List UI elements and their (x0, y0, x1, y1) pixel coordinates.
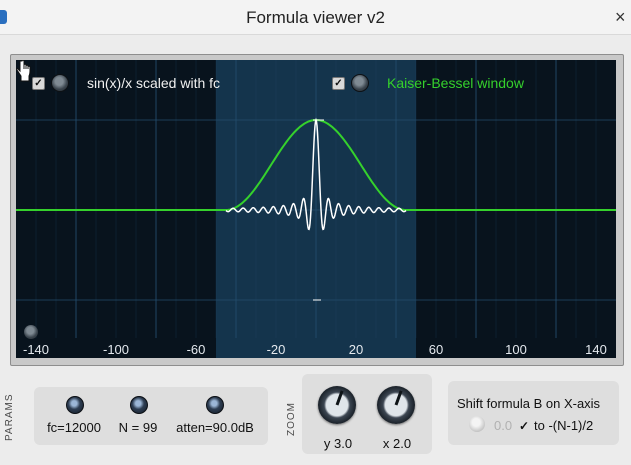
shift-knob[interactable] (469, 416, 485, 432)
shift-label: to -(N-1)/2 (534, 418, 594, 433)
formula-a-label: sin(x)/x scaled with fc (87, 75, 221, 91)
zoom-x-knob[interactable] (377, 386, 415, 424)
x-tick-label: -20 (266, 342, 286, 357)
x-tick-label: -60 (186, 342, 206, 357)
close-icon[interactable]: × (615, 6, 631, 28)
params-panel (34, 387, 268, 445)
x-tick-label: 20 (348, 342, 364, 357)
params-section-label: PARAMS (4, 393, 15, 441)
formula-b-checkbox[interactable]: ✓ (332, 76, 345, 90)
fc-knob[interactable] (66, 396, 84, 414)
n-value: N = 99 (118, 420, 158, 435)
n-knob[interactable] (130, 396, 148, 414)
zoom-section-label: ZOOM (286, 402, 297, 436)
shift-value: 0.0 (494, 418, 513, 433)
x-tick-label: 100 (505, 342, 527, 357)
title-bar: Formula viewer v2 × (0, 0, 631, 35)
x-tick-label: -140 (22, 342, 50, 357)
formula-a-knob[interactable] (51, 74, 69, 92)
formula-a-checkbox[interactable]: ✓ (32, 76, 45, 90)
shift-panel (448, 381, 619, 445)
shift-checkbox[interactable]: ✓ (519, 419, 529, 433)
shift-title: Shift formula B on X-axis (457, 396, 601, 411)
formula-b-legend: ✓ Kaiser-Bessel window (332, 74, 524, 92)
fc-value: fc=12000 (47, 420, 101, 435)
window-title: Formula viewer v2 (246, 8, 385, 27)
formula-b-label: Kaiser-Bessel window (387, 75, 524, 91)
formula-plot[interactable]: ✓ sin(x)/x scaled with fc ✓ Kaiser-Besse… (16, 60, 616, 358)
plot-canvas (16, 60, 616, 358)
zoom-y-knob[interactable] (318, 386, 356, 424)
hand-cursor-icon (16, 60, 31, 82)
atten-knob[interactable] (206, 396, 224, 414)
atten-value: atten=90.0dB (176, 420, 254, 435)
x-tick-label: 60 (428, 342, 444, 357)
zoom-x-value: x 2.0 (382, 436, 412, 451)
x-tick-label: -100 (102, 342, 130, 357)
bottom-left-knob[interactable] (24, 325, 38, 339)
zoom-y-value: y 3.0 (323, 436, 353, 451)
formula-a-legend: ✓ sin(x)/x scaled with fc (32, 74, 220, 92)
x-tick-label: 140 (585, 342, 607, 357)
formula-b-knob[interactable] (351, 74, 369, 92)
